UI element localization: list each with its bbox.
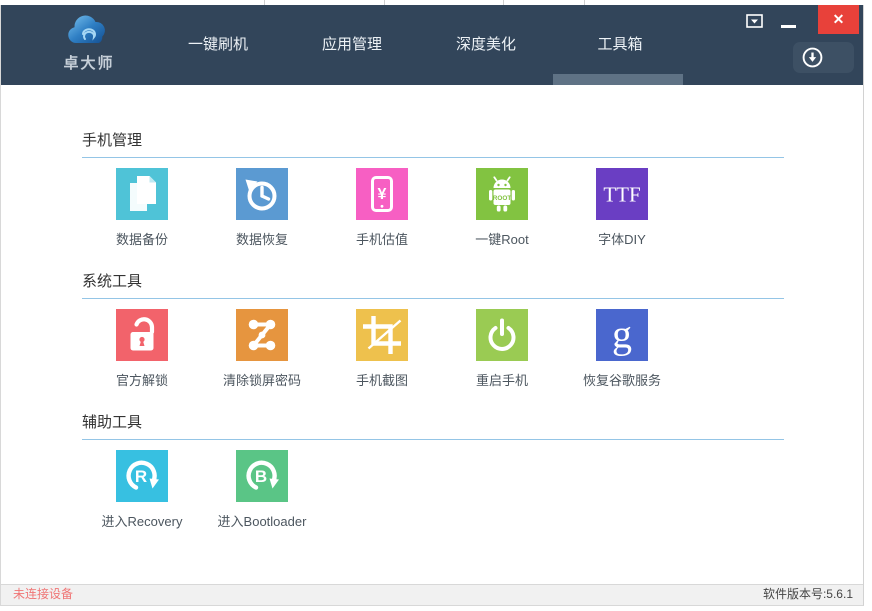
tool-item-phone-screenshot[interactable]: 手机截图 <box>322 309 442 389</box>
tool-item-label: 手机估值 <box>356 231 408 248</box>
cloud-logo-icon <box>63 12 115 52</box>
tool-item-data-recovery[interactable]: 数据恢复 <box>202 168 322 248</box>
bootloader-circle-arrow-icon: B <box>236 450 288 502</box>
tool-item-label: 数据恢复 <box>236 231 288 248</box>
tool-item-label: 清除锁屏密码 <box>223 372 301 389</box>
svg-text:ROOT: ROOT <box>493 195 512 202</box>
backup-documents-icon <box>116 168 168 220</box>
nav-tab-flash[interactable]: 一键刷机 <box>151 5 285 85</box>
section-title: 辅助工具 <box>82 415 784 440</box>
version-text: 软件版本号:5.6.1 <box>763 585 853 604</box>
phone-yuan-icon: ¥ <box>356 168 408 220</box>
google-g-icon: g <box>596 309 648 361</box>
nav-tab-apps[interactable]: 应用管理 <box>285 5 419 85</box>
nav-tab-beautify[interactable]: 深度美化 <box>419 5 553 85</box>
tool-item-label: 字体DIY <box>598 231 646 248</box>
svg-text:R: R <box>135 467 147 486</box>
svg-text:¥: ¥ <box>378 186 387 203</box>
app-logo: 卓大师 <box>51 12 127 73</box>
power-icon <box>476 309 528 361</box>
tool-item-label: 进入Bootloader <box>218 513 307 530</box>
section-title: 手机管理 <box>82 133 784 158</box>
minimize-button[interactable] <box>781 25 796 28</box>
section-system-tools: 系统工具 官方解锁 <box>82 274 784 389</box>
tool-item-label: 官方解锁 <box>116 372 168 389</box>
tool-item-restart-phone[interactable]: 重启手机 <box>442 309 562 389</box>
tool-item-restore-google-services[interactable]: g 恢复谷歌服务 <box>562 309 682 389</box>
section-title: 系统工具 <box>82 274 784 299</box>
crop-screenshot-icon <box>356 309 408 361</box>
nav-tab-toolbox[interactable]: 工具箱 <box>553 5 687 85</box>
tool-item-label: 数据备份 <box>116 231 168 248</box>
title-bar: 卓大师 一键刷机 应用管理 深度美化 工具箱 ✕ <box>1 5 863 85</box>
svg-text:TTF: TTF <box>603 183 640 207</box>
app-window: 卓大师 一键刷机 应用管理 深度美化 工具箱 ✕ <box>0 5 864 606</box>
time-machine-icon <box>236 168 288 220</box>
tool-item-enter-bootloader[interactable]: B 进入Bootloader <box>202 450 322 530</box>
status-bar: 未连接设备 软件版本号:5.6.1 <box>1 584 863 605</box>
section-auxiliary-tools: 辅助工具 R 进入Recovery <box>82 415 784 530</box>
tool-item-font-diy[interactable]: TTF 字体DIY <box>562 168 682 248</box>
tool-item-clear-lockscreen-password[interactable]: 清除锁屏密码 <box>202 309 322 389</box>
tool-item-label: 重启手机 <box>476 372 528 389</box>
recovery-circle-arrow-icon: R <box>116 450 168 502</box>
pattern-lock-icon <box>236 309 288 361</box>
tool-item-label: 手机截图 <box>356 372 408 389</box>
download-icon <box>801 46 824 69</box>
app-logo-text: 卓大师 <box>51 52 127 73</box>
toolbox-content: 手机管理 数据备份 <box>1 85 863 585</box>
active-tab-indicator <box>553 74 683 85</box>
tool-item-phone-valuation[interactable]: ¥ 手机估值 <box>322 168 442 248</box>
svg-text:g: g <box>612 312 632 357</box>
tool-item-label: 恢复谷歌服务 <box>583 372 661 389</box>
tool-item-enter-recovery[interactable]: R 进入Recovery <box>82 450 202 530</box>
device-status-text: 未连接设备 <box>13 585 73 604</box>
svg-text:B: B <box>255 467 267 486</box>
ttf-font-icon: TTF <box>596 168 648 220</box>
main-nav: 一键刷机 应用管理 深度美化 工具箱 <box>151 5 687 85</box>
close-button[interactable]: ✕ <box>818 5 859 34</box>
tool-item-label: 一键Root <box>475 231 528 248</box>
tool-row: 数据备份 数据恢复 <box>82 168 784 248</box>
close-icon: ✕ <box>833 11 845 27</box>
download-center-button[interactable] <box>793 42 854 73</box>
dropdown-box-icon <box>746 13 764 29</box>
tool-item-one-key-root[interactable]: ROOT 一键Root <box>442 168 562 248</box>
tool-row: R 进入Recovery B 进入Bootloader <box>82 450 784 530</box>
tool-row: 官方解锁 清除锁屏密码 <box>82 309 784 389</box>
section-phone-management: 手机管理 数据备份 <box>82 133 784 248</box>
tool-item-data-backup[interactable]: 数据备份 <box>82 168 202 248</box>
tool-item-official-unlock[interactable]: 官方解锁 <box>82 309 202 389</box>
nav-tab-toolbox-label: 工具箱 <box>597 36 642 53</box>
tool-item-label: 进入Recovery <box>102 513 183 530</box>
android-root-icon: ROOT <box>476 168 528 220</box>
menu-dropdown-button[interactable] <box>746 13 764 29</box>
unlock-icon <box>116 309 168 361</box>
